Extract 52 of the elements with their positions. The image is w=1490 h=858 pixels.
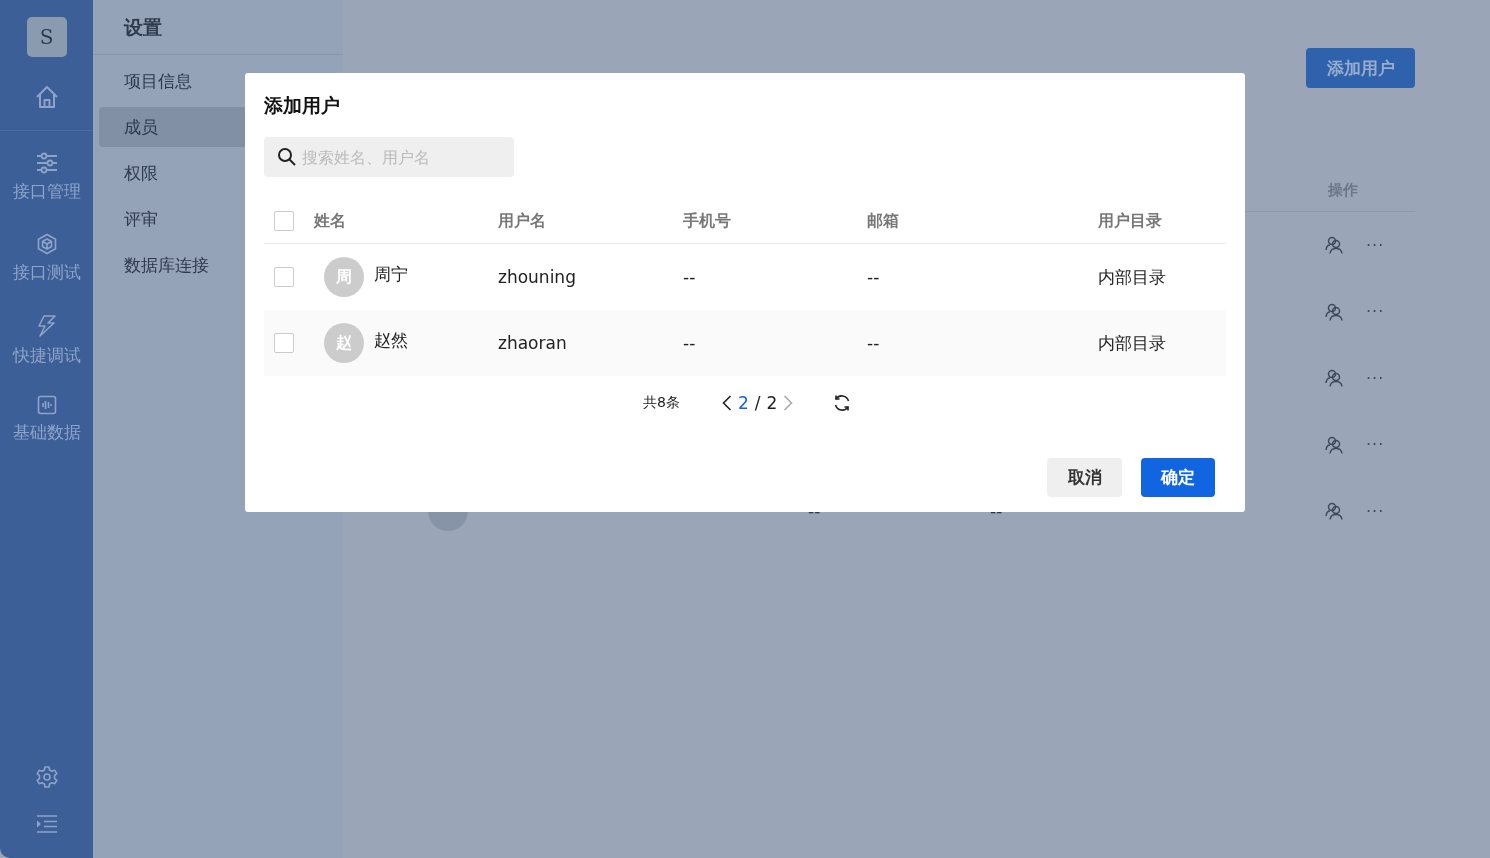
panel-title: 设置 <box>93 0 343 55</box>
table-cell: -- <box>683 333 696 353</box>
table-cell: -- <box>867 333 880 353</box>
table-cell: -- <box>990 501 1003 522</box>
more-button[interactable]: ··· <box>1366 435 1385 455</box>
cube-icon[interactable] <box>35 233 58 255</box>
chart-icon[interactable] <box>36 395 57 415</box>
page-separator: / <box>754 393 761 413</box>
nav-label[interactable]: 基础数据 <box>12 421 81 444</box>
users-icon[interactable] <box>1325 236 1344 255</box>
logo[interactable]: S <box>26 17 67 57</box>
page-count: 2 <box>766 393 778 413</box>
more-button[interactable]: ··· <box>1366 302 1385 322</box>
users-icon[interactable] <box>1325 435 1344 454</box>
column-header: 姓名 <box>314 210 346 230</box>
nav-label[interactable]: 接口管理 <box>12 180 81 203</box>
confirm-button[interactable]: 确定 <box>1141 458 1215 497</box>
column-header: 手机号 <box>683 210 731 230</box>
total-count: 共8条 <box>643 394 680 412</box>
table-cell: zhouning <box>498 267 576 287</box>
table-cell: 内部目录 <box>1098 266 1166 287</box>
nav-label[interactable]: 快捷调试 <box>12 344 81 367</box>
add-user-button[interactable]: 添加用户 <box>1306 48 1415 88</box>
lightning-icon[interactable] <box>35 314 58 338</box>
row-checkbox[interactable] <box>274 333 294 353</box>
settings-icon[interactable] <box>34 765 59 789</box>
select-all-checkbox[interactable] <box>274 211 294 231</box>
table-cell: 赵然 <box>374 328 408 352</box>
more-button[interactable]: ··· <box>1366 368 1385 388</box>
column-header: 用户名 <box>498 210 546 230</box>
users-icon[interactable] <box>1325 502 1344 521</box>
current-page[interactable]: 2 <box>737 393 749 413</box>
nav-label[interactable]: 接口测试 <box>12 261 81 284</box>
sliders-icon[interactable] <box>34 152 59 174</box>
table-cell: zhaoran <box>498 333 567 353</box>
table-cell: -- <box>683 267 696 287</box>
users-icon[interactable] <box>1325 369 1344 388</box>
users-icon[interactable] <box>1325 302 1344 321</box>
cancel-button[interactable]: 取消 <box>1047 458 1122 497</box>
column-header: 邮箱 <box>867 210 899 230</box>
table-cell: -- <box>808 501 821 522</box>
previous-page-icon[interactable] <box>721 395 732 411</box>
row-checkbox[interactable] <box>274 267 294 287</box>
more-button[interactable]: ··· <box>1366 501 1385 521</box>
search-icon <box>277 147 297 167</box>
more-button[interactable]: ··· <box>1366 235 1385 255</box>
table-cell: 周宁 <box>374 262 408 286</box>
column-header: 用户目录 <box>1098 210 1162 230</box>
indent-icon[interactable] <box>35 814 58 834</box>
refresh-icon[interactable] <box>833 394 852 412</box>
table-cell: -- <box>867 267 880 287</box>
table-cell: 内部目录 <box>1098 332 1166 353</box>
